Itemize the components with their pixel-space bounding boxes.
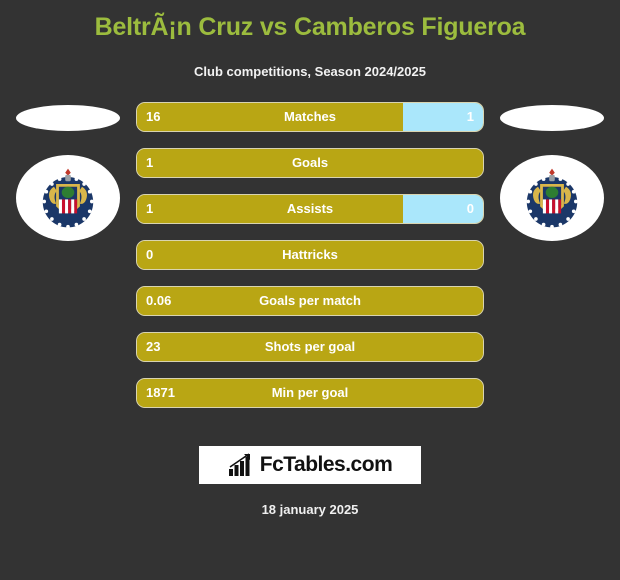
player-photo-placeholder-left [16, 105, 120, 131]
table-row[interactable]: 16 Matches 1 [136, 102, 484, 132]
player-photo-placeholder-right [500, 105, 604, 131]
table-row[interactable]: 1 Assists 0 [136, 194, 484, 224]
stat-label: Goals per match [259, 293, 361, 308]
logo-text: FcTables.com [259, 453, 393, 476]
page-title: BeltrÃ¡n Cruz vs Camberos Figueroa [94, 13, 526, 41]
stat-label: Goals [291, 155, 329, 170]
footer-date: 18 january 2025 [261, 502, 359, 517]
table-row[interactable]: 1871 Min per goal [136, 378, 484, 408]
table-row[interactable]: 0 Hattricks [136, 240, 484, 270]
stat-label: Matches [283, 109, 337, 124]
away-value: 1 [466, 109, 474, 124]
away-team-column [484, 102, 620, 402]
page-subtitle: Club competitions, Season 2024/2025 [194, 64, 426, 79]
stat-label: Assists [286, 201, 334, 216]
stat-label: Hattricks [282, 247, 338, 262]
stats-list: 16 Matches 1 1 Goals 1 Assists 0 0 Hattr… [136, 102, 484, 408]
bar-chart-icon [228, 453, 250, 476]
fctables-logo[interactable]: FcTables.com [199, 446, 421, 484]
club-crest-left [16, 155, 120, 241]
table-row[interactable]: 0.06 Goals per match [136, 286, 484, 316]
comparison-body: 16 Matches 1 1 Goals 1 Assists 0 0 Hattr… [0, 102, 620, 408]
stat-label: Min per goal [271, 385, 349, 400]
table-row[interactable]: 23 Shots per goal [136, 332, 484, 362]
club-crest-right [500, 155, 604, 241]
stat-label: Shots per goal [264, 339, 356, 354]
header: BeltrÃ¡n Cruz vs Camberos Figueroa Club … [0, 0, 620, 80]
home-team-column [0, 102, 136, 402]
chivas-crest-icon [42, 168, 94, 229]
away-value: 0 [466, 201, 474, 216]
chivas-crest-icon [526, 168, 578, 229]
table-row[interactable]: 1 Goals [136, 148, 484, 178]
